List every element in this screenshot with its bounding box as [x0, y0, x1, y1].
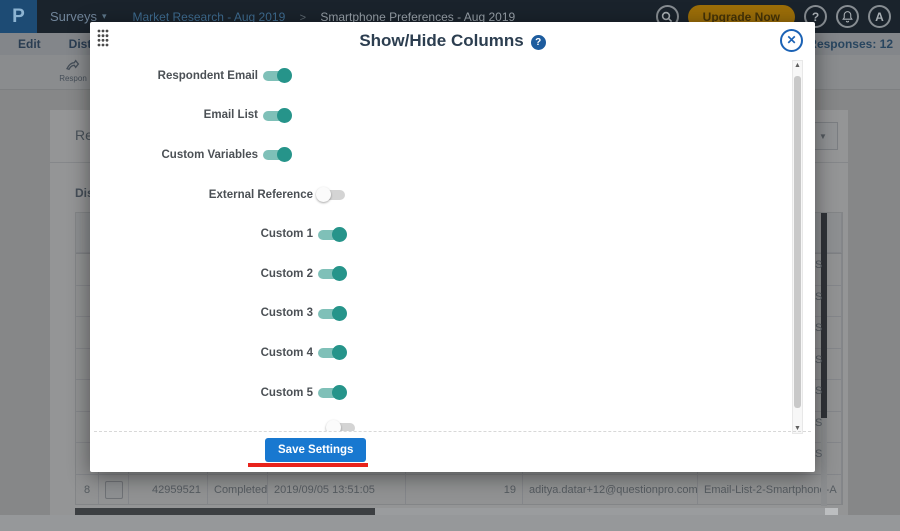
table-horizontal-scrollbar[interactable] — [75, 508, 838, 515]
toggle-row: External Reference — [90, 175, 815, 215]
truncated-cell-text: S — [815, 259, 823, 271]
table-row: 8 42959521 Completed 2019/09/05 13:51:05 19 a… — [76, 474, 842, 504]
chevron-down-icon: ▾ — [101, 11, 107, 21]
annotation-underline — [248, 463, 368, 467]
modal-scrollbar-thumb[interactable] — [794, 76, 801, 408]
avatar[interactable]: A — [868, 5, 891, 28]
toggle-row: Custom 4 — [90, 333, 815, 373]
toggle-list: Respondent Email Email List Custom Variabl… — [90, 56, 815, 431]
table-cell: aditya.datar+12@questionpro.com — [523, 474, 698, 504]
page-footer-strip — [0, 515, 900, 531]
toggle-label: Respondent Email — [157, 69, 258, 82]
toggle-switch[interactable] — [263, 107, 292, 123]
toggle-switch[interactable] — [318, 226, 347, 242]
toggle-label: Custom 4 — [260, 346, 313, 359]
truncated-cell-text: S — [815, 353, 823, 366]
tab-responses-label: Respon — [59, 74, 87, 83]
save-settings-button[interactable]: Save Settings — [265, 438, 367, 462]
scroll-up-arrow-icon[interactable]: ▲ — [793, 62, 802, 69]
table-cell: 2019/09/05 13:51:05 — [268, 474, 406, 504]
toggle-switch[interactable] — [263, 147, 292, 163]
toggle-row: Respondent Email — [90, 56, 815, 96]
toggle-label: Email List — [203, 109, 258, 122]
nav-edit[interactable]: Edit — [18, 37, 41, 51]
truncated-cell-text: S — [815, 290, 823, 303]
footer-divider — [94, 431, 811, 432]
show-hide-columns-modal: Show/Hide Columns? ✕ Respondent Email Ema… — [90, 22, 815, 472]
toggle-switch[interactable] — [318, 305, 347, 321]
modal-scrollbar[interactable]: ▲ ▼ — [792, 60, 803, 434]
toggle-row: Custom 2 — [90, 254, 815, 294]
toggle-switch[interactable] — [318, 385, 347, 401]
table-cell: Completed — [208, 474, 268, 504]
truncated-cell-text: S — [815, 385, 823, 397]
toggle-switch[interactable] — [318, 266, 347, 282]
responses-icon — [66, 59, 80, 71]
table-cell: 8 — [76, 474, 99, 504]
toggle-label: Custom 1 — [260, 228, 313, 241]
truncated-cell-text: S — [815, 322, 823, 334]
toggle-label: Custom 5 — [260, 386, 313, 399]
toggle-row: Custom Variables — [90, 135, 815, 175]
toggle-row: Custom 3 — [90, 294, 815, 334]
toggle-row: Email List — [90, 96, 815, 136]
toggle-switch[interactable] — [263, 68, 292, 84]
close-icon[interactable]: ✕ — [780, 29, 803, 52]
table-horizontal-scrollbar-thumb[interactable] — [75, 508, 375, 515]
modal-title-text: Show/Hide Columns — [359, 31, 524, 50]
truncated-cell-text: S — [815, 416, 823, 429]
table-cell: 19 — [406, 474, 523, 504]
modal-title: Show/Hide Columns? — [90, 31, 815, 51]
notifications-bell-icon[interactable] — [836, 5, 859, 28]
toggle-label: External Reference — [208, 188, 313, 201]
questionpro-logo[interactable]: P — [0, 0, 37, 33]
chevron-down-icon: ▼ — [819, 131, 827, 141]
toggle-switch[interactable] — [316, 187, 345, 203]
toggle-row: Custom 1 — [90, 214, 815, 254]
toggle-label: Custom 3 — [260, 307, 313, 320]
toggle-label: Custom 2 — [260, 267, 313, 280]
table-cell — [99, 474, 129, 504]
responses-count: Responses: 12 — [808, 37, 893, 51]
toggle-switch-partial[interactable] — [326, 420, 355, 431]
row-checkbox[interactable] — [104, 480, 123, 499]
scrollbar-end-cap — [825, 508, 838, 515]
table-cell: 42959521 — [129, 474, 208, 504]
truncated-cell-text: S — [815, 448, 823, 460]
modal-help-icon[interactable]: ? — [530, 35, 546, 50]
toggle-row: Custom 5 — [90, 373, 815, 413]
toggle-switch[interactable] — [318, 345, 347, 361]
toggle-label: Custom Variables — [161, 148, 258, 161]
